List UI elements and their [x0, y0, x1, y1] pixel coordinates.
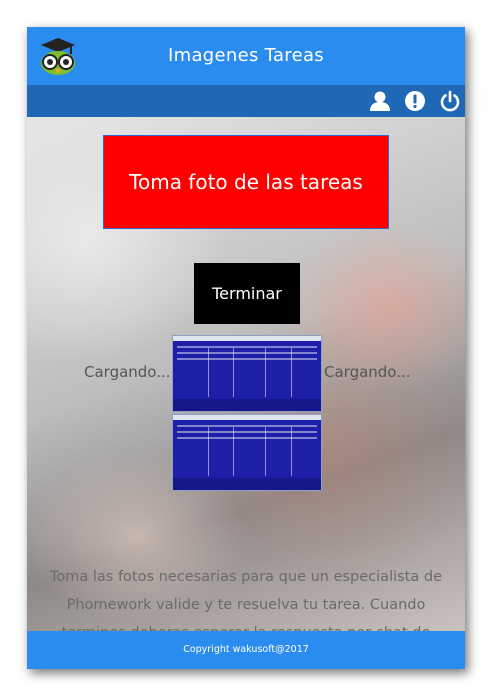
- app-title: Imagenes Tareas: [168, 45, 324, 66]
- uploaded-photo-thumbnail[interactable]: [172, 335, 322, 412]
- main-content: Toma foto de las tareas Terminar Cargand…: [27, 117, 465, 631]
- finish-button[interactable]: Terminar: [194, 263, 300, 324]
- user-icon[interactable]: [369, 90, 391, 112]
- take-photo-button[interactable]: Toma foto de las tareas: [103, 135, 389, 229]
- app-window: Imagenes Tareas Toma foto de las tareas …: [27, 27, 465, 669]
- power-icon[interactable]: [439, 90, 461, 112]
- loading-text-left: Cargando...: [84, 363, 171, 381]
- loading-text-right: Cargando...: [324, 363, 411, 381]
- uploaded-photo-thumbnail[interactable]: [172, 414, 322, 491]
- toolbar: [27, 85, 465, 117]
- footer-copyright: Copyright wakusoft@2017: [27, 631, 465, 669]
- header-bar: Imagenes Tareas: [27, 27, 465, 85]
- exclamation-icon[interactable]: [404, 90, 426, 112]
- instructions-text: Toma las fotos necesarias para que un es…: [49, 569, 442, 631]
